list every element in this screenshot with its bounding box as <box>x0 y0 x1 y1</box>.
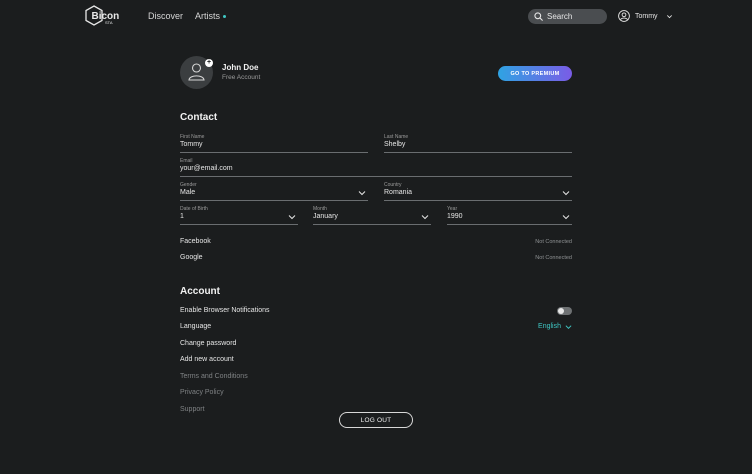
country-value: Romania <box>384 189 413 196</box>
birth-year-label: Year <box>447 206 458 212</box>
chevron-down-icon <box>562 191 570 196</box>
birth-day-select[interactable]: Date of Birth 1 <box>180 206 298 225</box>
chevron-down-icon <box>421 215 429 220</box>
language-select[interactable]: English <box>538 323 572 330</box>
email-value[interactable]: your@email.com <box>180 165 233 172</box>
account-section-title: Account <box>180 286 220 297</box>
country-label: Country <box>384 182 402 188</box>
search-input[interactable] <box>547 12 602 21</box>
birth-day-value: 1 <box>180 213 184 220</box>
top-navigation-bar: Bicon STA Discover Artists Tommy <box>0 0 752 33</box>
logout-button[interactable]: LOG OUT <box>339 412 413 428</box>
language-value: English <box>538 323 561 330</box>
birth-month-select[interactable]: Month January <box>313 206 431 225</box>
google-status: Not Connected <box>535 255 572 261</box>
svg-text:STA: STA <box>105 20 113 25</box>
user-avatar-icon <box>618 10 630 22</box>
last-name-label: Last Name <box>384 134 409 140</box>
chevron-down-icon <box>565 324 572 329</box>
last-name-value[interactable]: Shelby <box>384 141 405 148</box>
chevron-down-icon <box>358 191 366 196</box>
facebook-connect-link[interactable]: Facebook <box>180 238 211 245</box>
nav-artists[interactable]: Artists <box>195 11 220 21</box>
email-label: Email <box>180 158 193 164</box>
user-name: Tommy <box>635 12 658 20</box>
gender-value: Male <box>180 189 196 196</box>
chevron-down-icon <box>666 14 672 18</box>
birth-month-value: January <box>313 213 338 220</box>
toggle-knob <box>558 308 564 314</box>
notifications-label: Enable Browser Notifications <box>180 307 270 314</box>
profile-name: John Doe <box>222 63 259 72</box>
birth-year-value: 1990 <box>447 213 463 220</box>
country-select[interactable]: Country Romania <box>384 182 572 201</box>
user-menu[interactable]: Tommy <box>618 9 673 23</box>
first-name-field[interactable]: First Name Tommy <box>180 134 368 153</box>
search-icon <box>534 12 543 21</box>
chevron-down-icon <box>562 215 570 220</box>
nav-active-dot <box>223 15 226 18</box>
first-name-value[interactable]: Tommy <box>180 141 203 148</box>
search-box[interactable] <box>528 9 607 24</box>
birth-year-select[interactable]: Year 1990 <box>447 206 572 225</box>
google-connect-link[interactable]: Google <box>180 254 203 261</box>
last-name-field[interactable]: Last Name Shelby <box>384 134 572 153</box>
support-link[interactable]: Support <box>180 406 205 413</box>
birth-day-label: Date of Birth <box>180 206 208 212</box>
change-password-link[interactable]: Change password <box>180 340 236 347</box>
nav-discover[interactable]: Discover <box>148 11 183 21</box>
add-photo-button[interactable]: + <box>205 59 213 67</box>
add-account-link[interactable]: Add new account <box>180 356 234 363</box>
facebook-status: Not Connected <box>535 239 572 245</box>
profile-plan: Free Account <box>222 74 261 81</box>
email-field[interactable]: Email your@email.com <box>180 158 572 177</box>
gender-select[interactable]: Gender Male <box>180 182 368 201</box>
user-silhouette-icon <box>188 63 205 81</box>
go-to-premium-button[interactable]: GO TO PREMIUM <box>498 66 572 81</box>
terms-link[interactable]: Terms and Conditions <box>180 373 248 380</box>
app-logo[interactable]: Bicon STA <box>85 5 119 27</box>
birth-month-label: Month <box>313 206 327 212</box>
first-name-label: First Name <box>180 134 205 140</box>
language-label: Language <box>180 323 212 330</box>
contact-section-title: Contact <box>180 112 218 123</box>
privacy-link[interactable]: Privacy Policy <box>180 389 224 396</box>
notifications-toggle[interactable] <box>557 307 572 315</box>
chevron-down-icon <box>288 215 296 220</box>
logo-hexagon-icon: Bicon STA <box>85 5 119 26</box>
gender-label: Gender <box>180 182 197 188</box>
